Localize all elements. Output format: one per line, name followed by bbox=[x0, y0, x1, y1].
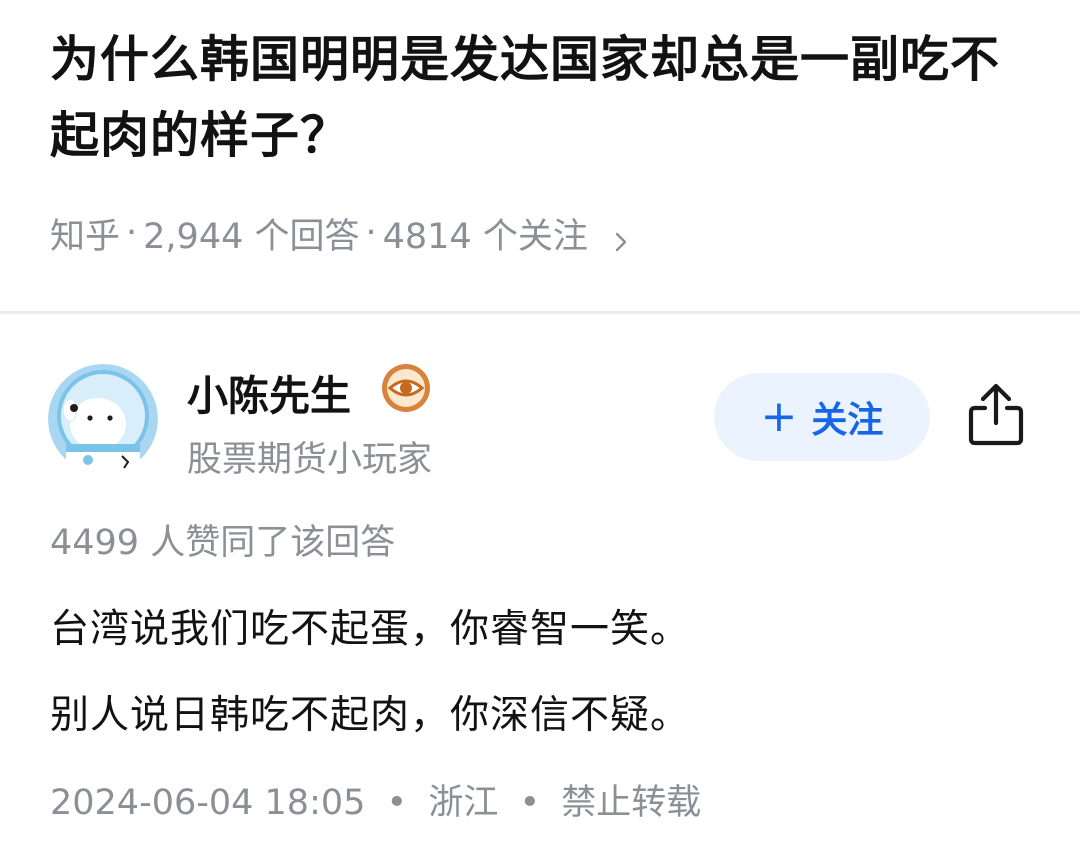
meta-separator: · bbox=[126, 213, 138, 253]
answer-count: 2,944 个回答 bbox=[143, 216, 360, 257]
source-label: 知乎 bbox=[50, 216, 121, 257]
share-icon[interactable] bbox=[960, 376, 1032, 452]
answer-card: 小陈先生 股票期货小玩家 + 关注 4499 人赞同了该回答 台湾说我们吃不起蛋… bbox=[0, 314, 1080, 858]
author-bio: 股票期货小玩家 bbox=[187, 440, 433, 480]
avatar[interactable] bbox=[48, 364, 158, 474]
answer-location: 浙江 bbox=[428, 783, 499, 823]
chevron-right-icon[interactable] bbox=[614, 222, 628, 252]
answer-meta: 2024-06-04 18:05 • 浙江 • 禁止转载 bbox=[50, 774, 701, 825]
author-name[interactable]: 小陈先生 bbox=[187, 362, 351, 422]
plus-icon: + bbox=[760, 391, 798, 442]
meta-dot: • bbox=[519, 783, 541, 823]
follow-button[interactable]: + 关注 bbox=[714, 373, 930, 461]
vote-count: 4499 人赞同了该回答 bbox=[50, 523, 396, 563]
answer-paragraph: 台湾说我们吃不起蛋，你睿智一笑。 bbox=[50, 607, 691, 652]
question-title[interactable]: 为什么韩国明明是发达国家却总是一副吃不起肉的样子？ bbox=[50, 22, 1040, 174]
meta-dot: • bbox=[386, 783, 408, 823]
question-meta[interactable]: 知乎 · 2,944 个回答 · 4814 个关注 bbox=[50, 208, 628, 258]
answer-timestamp: 2024-06-04 18:05 bbox=[50, 783, 366, 823]
answer-paragraph: 别人说日韩吃不起肉，你深信不疑。 bbox=[50, 693, 691, 738]
eye-badge-icon bbox=[380, 362, 432, 414]
meta-separator: · bbox=[365, 213, 377, 253]
follow-label: 关注 bbox=[811, 400, 884, 441]
question-header: 为什么韩国明明是发达国家却总是一副吃不起肉的样子？ 知乎 · 2,944 个回答… bbox=[0, 0, 1080, 312]
copyright-notice: 禁止转载 bbox=[561, 783, 702, 823]
astronaut-dog-avatar bbox=[48, 364, 158, 474]
follower-count: 4814 个关注 bbox=[382, 216, 588, 257]
